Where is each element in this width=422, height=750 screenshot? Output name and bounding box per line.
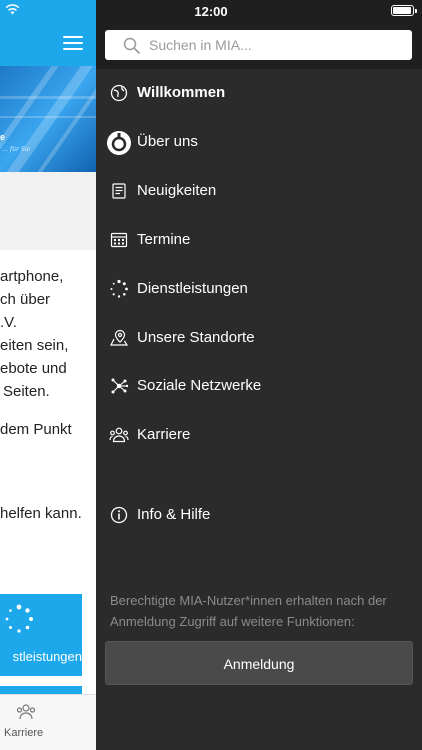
menu-item-standorte[interactable]: Unsere Standorte bbox=[96, 318, 422, 358]
banner-title: e bbox=[0, 132, 6, 142]
network-icon bbox=[111, 378, 129, 394]
navigation-drawer: Willkommen Über uns Neuigkeiten bbox=[96, 0, 422, 750]
menu-item-label: Dienstleistungen bbox=[137, 280, 248, 297]
search-icon bbox=[123, 37, 140, 54]
menu-item-neuigkeiten[interactable]: Neuigkeiten bbox=[96, 171, 422, 211]
calendar-icon bbox=[110, 232, 128, 248]
services-icon bbox=[110, 279, 128, 298]
status-bar: 12:00 bbox=[0, 0, 422, 22]
tile-label: stleistungen bbox=[12, 649, 82, 664]
status-time: 12:00 bbox=[194, 4, 228, 19]
menu-item-label: Willkommen bbox=[137, 84, 226, 101]
newspaper-icon bbox=[112, 183, 126, 199]
menu-item-label: Unsere Standorte bbox=[137, 329, 255, 346]
menu-item-termine[interactable]: Termine bbox=[96, 220, 422, 260]
menu-item-label: Info & Hilfe bbox=[137, 506, 211, 523]
globe-icon bbox=[110, 84, 128, 102]
body-text-line: eiten sein, bbox=[0, 337, 69, 354]
body-text-line: Seiten. bbox=[3, 383, 50, 400]
menu-item-ueber-uns[interactable]: Über uns bbox=[96, 122, 422, 162]
menu-item-dienstleistungen[interactable]: Dienstleistungen bbox=[96, 269, 422, 309]
map-pin-icon bbox=[110, 329, 129, 346]
body-text-line: .V. bbox=[0, 314, 17, 331]
people-icon bbox=[16, 704, 36, 720]
body-text-line: helfen kann. bbox=[0, 505, 82, 522]
body-text-line: ebote und bbox=[0, 360, 67, 377]
tab-label: Karriere bbox=[4, 727, 44, 739]
banner-slogan: … für Sie bbox=[2, 146, 31, 153]
services-tile[interactable]: stleistungen bbox=[0, 594, 82, 676]
hero-banner: e … für Sie bbox=[0, 66, 96, 172]
background-page: e … für Sie artphone, ch über .V. eiten … bbox=[0, 0, 96, 750]
services-icon bbox=[5, 604, 33, 633]
menu-item-info-hilfe[interactable]: Info & Hilfe bbox=[96, 495, 422, 535]
logo-icon bbox=[107, 131, 131, 155]
menu-item-label: Termine bbox=[137, 231, 191, 248]
login-hint-text: Berechtigte MIA-Nutzer*innen erhalten na… bbox=[110, 593, 387, 629]
search-input[interactable] bbox=[149, 30, 404, 60]
menu-item-label: Neuigkeiten bbox=[137, 182, 217, 199]
body-text-line: ch über bbox=[0, 291, 51, 308]
body-text-line: dem Punkt bbox=[0, 421, 72, 438]
search-bar[interactable] bbox=[105, 30, 412, 60]
login-button[interactable]: Anmeldung bbox=[105, 641, 413, 685]
hamburger-menu-icon[interactable] bbox=[63, 35, 83, 51]
menu-item-label: Karriere bbox=[137, 426, 191, 443]
menu-item-label: Über uns bbox=[137, 133, 198, 150]
menu-item-willkommen[interactable]: Willkommen bbox=[96, 73, 422, 113]
people-icon bbox=[109, 427, 129, 443]
info-icon bbox=[110, 506, 128, 524]
battery-icon bbox=[391, 5, 417, 16]
menu-item-label: Soziale Netzwerke bbox=[137, 377, 262, 394]
body-text-line: artphone, bbox=[0, 268, 64, 285]
menu-item-karriere[interactable]: Karriere bbox=[96, 415, 422, 455]
menu-item-soziale-netzwerke[interactable]: Soziale Netzwerke bbox=[96, 366, 422, 406]
tab-bar: Karriere bbox=[0, 694, 96, 750]
gray-section bbox=[0, 172, 96, 250]
